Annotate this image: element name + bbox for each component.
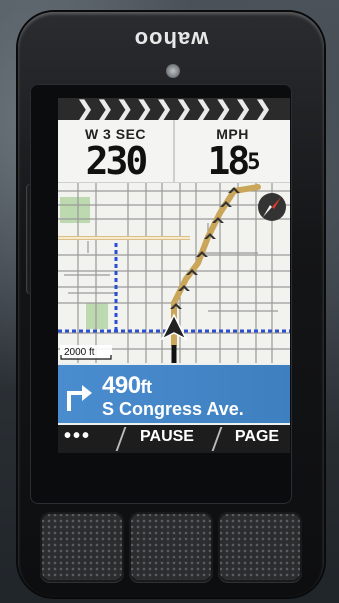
park-area-2	[86, 303, 108, 329]
header-chevron-bar: ❯ ❯ ❯ ❯ ❯ ❯ ❯ ❯ ❯ ❯	[58, 98, 290, 120]
turn-instruction-banner: 490ft S Congress Ave.	[58, 365, 290, 423]
page-softkey[interactable]: PAGE	[228, 428, 286, 446]
right-hardware-button[interactable]	[218, 512, 302, 582]
metric-power-value: 230	[85, 139, 149, 183]
turn-distance: 490ft	[102, 372, 152, 399]
brand-logo: wahoo	[133, 27, 209, 52]
header-chevron-icon: ❯	[76, 98, 94, 120]
softkey-divider	[115, 427, 127, 451]
center-hardware-button[interactable]	[129, 512, 213, 582]
left-hardware-button[interactable]	[40, 512, 124, 582]
header-chevron-icon: ❯	[254, 98, 272, 120]
header-chevron-icon: ❯	[234, 98, 252, 120]
metric-speed[interactable]: MPH 185	[175, 120, 290, 182]
menu-softkey[interactable]: •••	[64, 425, 91, 448]
header-chevron-icon: ❯	[116, 98, 133, 120]
metric-speed-value: 185	[207, 139, 260, 183]
header-chevron-icon: ❯	[175, 98, 193, 120]
pause-softkey[interactable]: PAUSE	[128, 428, 206, 446]
scale-bar-label: 2000 ft	[64, 347, 95, 358]
turn-right-icon	[67, 385, 92, 411]
softkey-bar: ••• PAUSE PAGE	[58, 425, 290, 453]
map-canvas: 2000 ft	[58, 183, 290, 363]
turn-street-name: S Congress Ave.	[102, 399, 244, 419]
softkey-divider	[211, 427, 223, 451]
light-sensor	[166, 64, 180, 78]
header-chevron-icon: ❯	[135, 98, 153, 120]
header-chevron-icon: ❯	[215, 98, 232, 120]
display-screen: ❯❯❯❯❯❯❯❯❯❯ W 3 SEC 230 MPH 185	[58, 98, 290, 453]
metrics-row: W 3 SEC 230 MPH 185	[58, 120, 290, 183]
hardware-button-row	[40, 512, 302, 584]
header-chevron-icon: ❯	[195, 98, 213, 120]
header-chevron-icon: ❯	[96, 98, 114, 120]
header-chevron-icon: ❯	[155, 98, 173, 120]
metric-power[interactable]: W 3 SEC 230	[58, 120, 175, 182]
map-view[interactable]: 2000 ft	[58, 183, 290, 363]
compass-icon	[258, 193, 286, 221]
